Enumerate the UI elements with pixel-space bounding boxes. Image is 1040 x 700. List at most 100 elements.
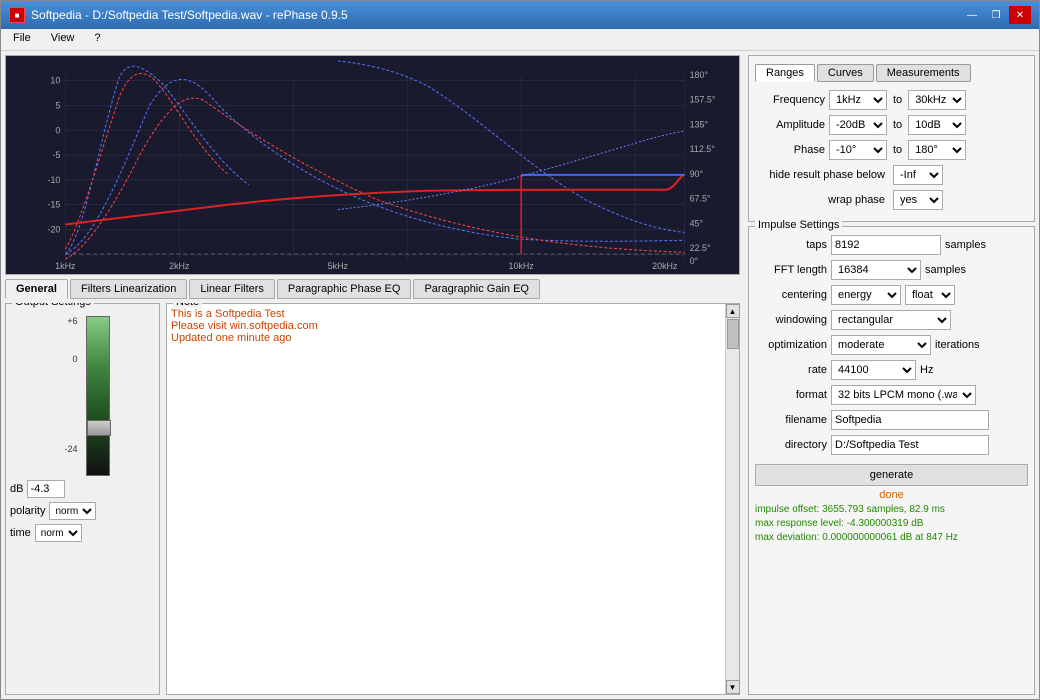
svg-text:5: 5 [55, 101, 60, 111]
tab-paragraphic-phase[interactable]: Paragraphic Phase EQ [277, 279, 412, 299]
ranges-tabs: Ranges Curves Measurements [755, 64, 1028, 82]
format-select[interactable]: 32 bits LPCM mono (.wav) [831, 385, 976, 405]
title-bar-left: ■ Softpedia - D:/Softpedia Test/Softpedi… [9, 7, 348, 23]
note-scrollbar[interactable]: ▲ ▼ [725, 304, 739, 694]
note-label: Note [173, 303, 202, 308]
ranges-panel: Ranges Curves Measurements Frequency 1kH… [748, 55, 1035, 222]
menu-view[interactable]: View [43, 31, 83, 48]
window-title: Softpedia - D:/Softpedia Test/Softpedia.… [31, 8, 348, 22]
taps-label: taps [755, 239, 827, 251]
phase-label: Phase [755, 144, 825, 156]
slider-scale: +6 0 -24 [56, 316, 110, 476]
svg-text:22.5°: 22.5° [690, 243, 711, 253]
optimization-select[interactable]: moderate [831, 335, 931, 355]
svg-text:180°: 180° [690, 70, 709, 80]
phase-from-select[interactable]: -10° [829, 140, 887, 160]
optimization-row: optimization moderate iterations [755, 335, 1028, 355]
svg-text:20kHz: 20kHz [652, 261, 678, 271]
centering-type-select[interactable]: float [905, 285, 955, 305]
tab-paragraphic-gain[interactable]: Paragraphic Gain EQ [413, 279, 540, 299]
scroll-thumb[interactable] [727, 319, 739, 349]
generate-button[interactable]: generate [755, 464, 1028, 486]
frequency-from-select[interactable]: 1kHz [829, 90, 887, 110]
tab-ranges[interactable]: Ranges [755, 64, 815, 82]
directory-input[interactable] [831, 435, 989, 455]
svg-text:90°: 90° [690, 169, 704, 179]
directory-row: directory [755, 435, 1028, 455]
frequency-to-select[interactable]: 30kHz [908, 90, 966, 110]
windowing-select[interactable]: rectangular [831, 310, 951, 330]
fft-row: FFT length 16384 samples [755, 260, 1028, 280]
optimization-unit: iterations [935, 339, 980, 351]
taps-unit: samples [945, 239, 986, 251]
centering-select[interactable]: energy [831, 285, 901, 305]
tab-bar: General Filters Linearization Linear Fil… [5, 279, 740, 299]
chart-area: 10 5 0 -5 -10 -15 -20 180° 157.5° 135° 1… [5, 55, 740, 275]
svg-text:-15: -15 [47, 200, 60, 210]
taps-input[interactable] [831, 235, 941, 255]
format-row: format 32 bits LPCM mono (.wav) [755, 385, 1028, 405]
menu-file[interactable]: File [5, 31, 39, 48]
db-label: dB [10, 483, 23, 495]
svg-text:67.5°: 67.5° [690, 194, 711, 204]
db-input[interactable] [27, 480, 65, 498]
scroll-down-btn[interactable]: ▼ [726, 680, 740, 694]
time-select[interactable]: norm [35, 524, 82, 542]
svg-text:10kHz: 10kHz [509, 261, 535, 271]
filename-row: filename [755, 410, 1028, 430]
svg-text:2kHz: 2kHz [169, 261, 190, 271]
tab-measurements[interactable]: Measurements [876, 64, 971, 82]
scroll-up-btn[interactable]: ▲ [726, 304, 740, 318]
svg-text:45°: 45° [690, 218, 704, 228]
output-settings-panel: Output Settings +6 0 -24 [5, 303, 160, 695]
scroll-track[interactable] [726, 318, 739, 680]
note-textarea[interactable]: This is a Softpedia Test Please visit wi… [167, 304, 725, 694]
phase-row: Phase -10° to 180° [755, 140, 1028, 160]
rate-label: rate [755, 364, 827, 376]
restore-button[interactable]: ❐ [985, 6, 1007, 24]
wrap-select[interactable]: yes [893, 190, 943, 210]
rate-select[interactable]: 44100 [831, 360, 916, 380]
centering-label: centering [755, 289, 827, 301]
menu-bar: File View ? [1, 29, 1039, 51]
app-icon: ■ [9, 7, 25, 23]
amplitude-from-select[interactable]: -20dB [829, 115, 887, 135]
hide-select[interactable]: -Inf [893, 165, 943, 185]
frequency-row: Frequency 1kHz to 30kHz [755, 90, 1028, 110]
note-wrapper: This is a Softpedia Test Please visit wi… [167, 304, 739, 694]
time-row: time norm [10, 524, 155, 542]
menu-help[interactable]: ? [86, 31, 108, 48]
tab-linear-filters[interactable]: Linear Filters [189, 279, 275, 299]
amplitude-row: Amplitude -20dB to 10dB [755, 115, 1028, 135]
tab-filters-linearization[interactable]: Filters Linearization [70, 279, 187, 299]
done-text: done [755, 489, 1028, 501]
phase-to-select[interactable]: 180° [908, 140, 966, 160]
svg-text:0°: 0° [690, 256, 699, 266]
taps-row: taps samples [755, 235, 1028, 255]
rate-row: rate 44100 Hz [755, 360, 1028, 380]
tab-general[interactable]: General [5, 279, 68, 299]
impulse-settings-panel: Impulse Settings taps samples FFT length… [748, 226, 1035, 695]
slider-container: +6 0 -24 [10, 316, 155, 476]
polarity-select[interactable]: norm [49, 502, 96, 520]
fft-select[interactable]: 16384 [831, 260, 921, 280]
filename-input[interactable] [831, 410, 989, 430]
volume-slider[interactable] [86, 316, 110, 476]
fft-label: FFT length [755, 264, 827, 276]
svg-text:10: 10 [50, 76, 60, 86]
amplitude-to-select[interactable]: 10dB [908, 115, 966, 135]
svg-text:-20: -20 [47, 224, 60, 234]
slider-thumb[interactable] [87, 420, 111, 436]
title-bar: ■ Softpedia - D:/Softpedia Test/Softpedi… [1, 1, 1039, 29]
svg-text:-5: -5 [52, 150, 60, 160]
centering-row: centering energy float [755, 285, 1028, 305]
windowing-label: windowing [755, 314, 827, 326]
svg-text:-10: -10 [47, 175, 60, 185]
close-button[interactable]: ✕ [1009, 6, 1031, 24]
tab-curves[interactable]: Curves [817, 64, 874, 82]
directory-label: directory [755, 439, 827, 451]
note-panel: Note This is a Softpedia Test Please vis… [166, 303, 740, 695]
minimize-button[interactable]: — [961, 6, 983, 24]
scale-mid: 0 [56, 354, 78, 364]
amplitude-to-text: to [893, 119, 902, 131]
